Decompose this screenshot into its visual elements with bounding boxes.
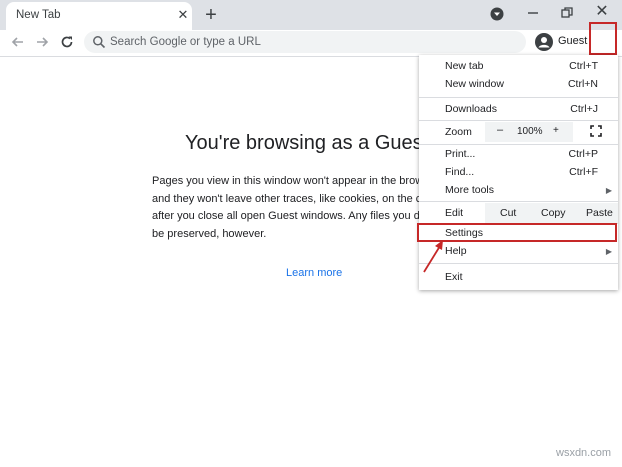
submenu-arrow-icon: ▶ [605, 247, 612, 256]
menu-item-label: New window [445, 78, 504, 90]
profile-label: Guest [558, 35, 588, 47]
pointer-arrow-icon [423, 240, 443, 273]
description-line: and they won't leave other traces, like … [152, 192, 434, 205]
description-line: Pages you view in this window won't appe… [152, 175, 439, 187]
copy-button[interactable]: Copy [541, 207, 566, 219]
back-arrow-icon[interactable] [9, 33, 27, 51]
tab-strip: New Tab ✕ + ✕ [0, 0, 622, 30]
tab-close-icon[interactable]: ✕ [176, 8, 190, 22]
close-window-icon[interactable]: ✕ [594, 4, 610, 20]
menu-item-label: Help [445, 245, 467, 257]
menu-item-shortcut: Ctrl+F [569, 166, 598, 178]
menu-zoom-row: Zoom – 100% + [419, 122, 618, 142]
menu-item-print[interactable]: Print... Ctrl+P [419, 146, 618, 164]
description-line: after you close all open Guest windows. … [152, 210, 434, 222]
menu-item-shortcut: Ctrl+J [570, 103, 598, 115]
reload-icon[interactable] [58, 33, 76, 51]
chrome-menu: New tab Ctrl+T New window Ctrl+N Downloa… [419, 55, 618, 290]
page-title: You're browsing as a Guest [185, 132, 429, 154]
menu-divider [419, 97, 618, 98]
zoom-out-button[interactable]: – [497, 124, 503, 136]
search-icon [93, 36, 106, 49]
menu-item-new-window[interactable]: New window Ctrl+N [419, 76, 618, 94]
minimize-icon[interactable] [526, 6, 540, 20]
zoom-level: 100% [517, 126, 543, 137]
tab-title: New Tab [16, 9, 61, 21]
submenu-arrow-icon: ▶ [605, 186, 612, 195]
menu-divider [419, 144, 618, 145]
menu-item-shortcut: Ctrl+N [567, 78, 598, 90]
menu-item-label: Print... [445, 148, 476, 160]
menu-item-find[interactable]: Find... Ctrl+F [419, 164, 618, 182]
omnibox[interactable] [84, 31, 526, 53]
tab-search-icon[interactable] [490, 7, 504, 21]
learn-more-link[interactable]: Learn more [286, 267, 342, 279]
watermark: wsxdn.com [556, 447, 612, 459]
menu-divider [419, 263, 618, 264]
paste-button[interactable]: Paste [586, 207, 613, 219]
menu-item-shortcut: Ctrl+T [569, 60, 598, 72]
menu-item-label: Find... [445, 166, 475, 178]
zoom-in-button[interactable]: + [553, 125, 559, 136]
avatar [535, 33, 553, 51]
toolbar: Guest [0, 30, 622, 78]
restore-icon[interactable] [560, 6, 574, 20]
menu-item-label: Downloads [445, 103, 497, 115]
menu-divider [419, 201, 618, 202]
zoom-label: Zoom [445, 126, 472, 138]
menu-divider [419, 120, 618, 121]
forward-arrow-icon[interactable] [33, 33, 51, 51]
menu-button-highlight [589, 22, 617, 55]
tab-new-tab[interactable]: New Tab ✕ [6, 2, 192, 30]
menu-item-label: More tools [445, 184, 495, 196]
cut-button[interactable]: Cut [500, 207, 516, 219]
menu-item-new-tab[interactable]: New tab Ctrl+T [419, 58, 618, 76]
menu-item-exit[interactable]: Exit [419, 269, 618, 287]
new-tab-plus-icon[interactable]: + [200, 4, 222, 26]
fullscreen-icon[interactable] [590, 125, 602, 137]
menu-item-downloads[interactable]: Downloads Ctrl+J [419, 101, 618, 119]
edit-label: Edit [445, 207, 464, 219]
profile-button[interactable]: Guest [533, 31, 587, 53]
menu-item-shortcut: Ctrl+P [568, 148, 598, 160]
menu-edit-row: Edit Cut Copy Paste [419, 203, 618, 223]
menu-item-more-tools[interactable]: More tools ▶ [419, 182, 618, 200]
description-line: be preserved, however. [152, 227, 267, 240]
menu-item-label: New tab [445, 60, 484, 72]
menu-item-help[interactable]: Help ▶ [419, 243, 618, 261]
address-input[interactable] [110, 32, 510, 52]
